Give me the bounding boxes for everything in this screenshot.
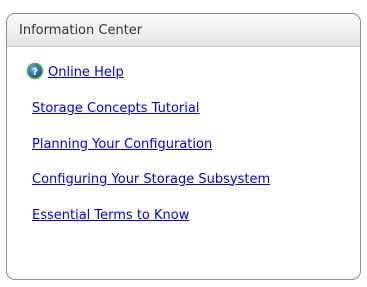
link-storage-concepts-tutorial-label[interactable]: Storage Concepts Tutorial [32,101,199,116]
link-online-help[interactable]: Online Help [48,62,124,82]
svg-text:?: ? [32,67,38,78]
help-icon[interactable]: ? [26,62,44,80]
link-online-help-label[interactable]: Online Help [48,65,124,80]
link-planning-your-configuration[interactable]: Planning Your Configuration [32,134,212,154]
panel-title: Information Center [19,22,143,38]
panel-header: Information Center [7,14,360,47]
link-planning-your-configuration-label[interactable]: Planning Your Configuration [32,137,212,152]
link-essential-terms-to-know[interactable]: Essential Terms to Know [32,205,189,225]
link-configuring-your-storage-subsystem-label[interactable]: Configuring Your Storage Subsystem [32,172,270,187]
link-configuring-your-storage-subsystem[interactable]: Configuring Your Storage Subsystem [32,169,270,189]
link-essential-terms-to-know-label[interactable]: Essential Terms to Know [32,208,189,223]
link-storage-concepts-tutorial[interactable]: Storage Concepts Tutorial [32,98,199,118]
